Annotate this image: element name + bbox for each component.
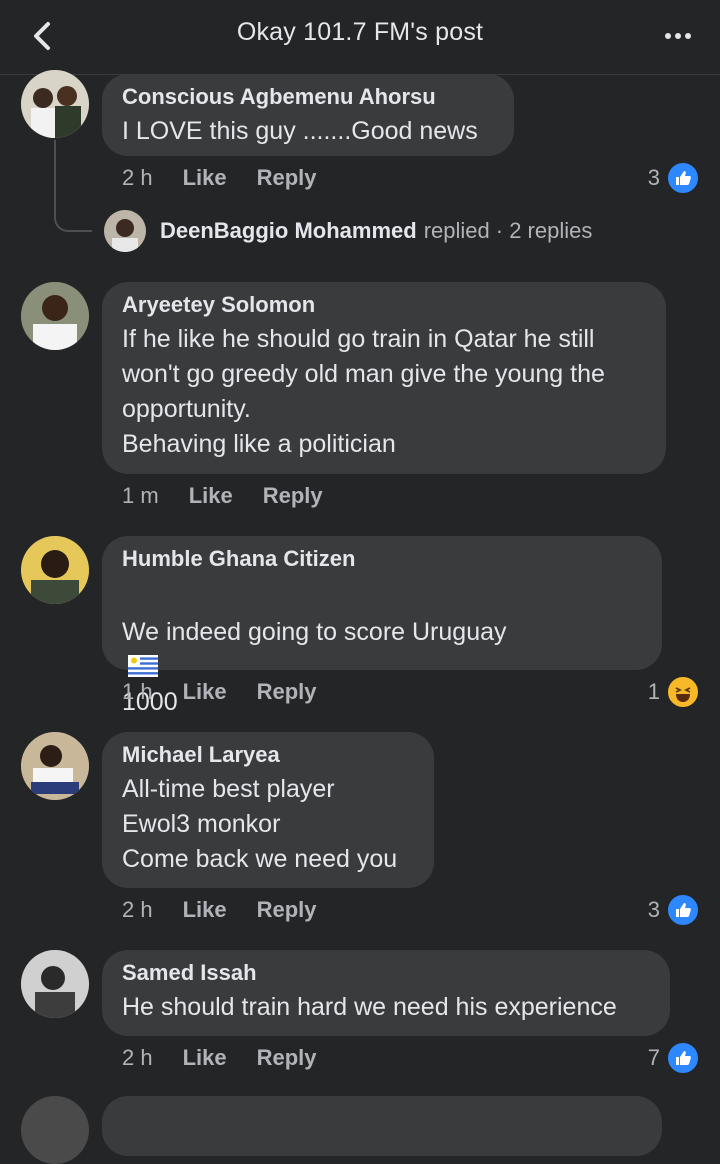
comment-time: 2 h	[122, 165, 153, 190]
reply-button[interactable]: Reply	[257, 679, 317, 705]
reaction-summary[interactable]: 1	[648, 675, 700, 709]
reaction-summary[interactable]: 7	[648, 1041, 700, 1075]
avatar-image	[21, 536, 89, 604]
like-button[interactable]: Like	[183, 1045, 227, 1071]
comment-actions: 1 h Like Reply	[122, 679, 347, 705]
haha-icon	[666, 675, 700, 709]
more-dot-icon	[685, 33, 691, 39]
avatar-image	[21, 732, 89, 800]
comment-bubble: Conscious Agbemenu Ahorsu I LOVE this gu…	[102, 74, 514, 156]
avatar	[104, 210, 146, 252]
comment-text: He should train hard we need his experie…	[122, 993, 617, 1021]
comment-actions: 2 h Like Reply	[122, 897, 347, 923]
like-button[interactable]: Like	[183, 897, 227, 923]
comment-author[interactable]: Aryeetey Solomon	[122, 292, 646, 318]
comment-author[interactable]: Michael Laryea	[122, 742, 414, 768]
reaction-count: 3	[647, 897, 660, 922]
reaction-summary[interactable]: 3	[648, 893, 700, 927]
comment-time: 1 m	[122, 483, 159, 508]
top-bar: Okay 101.7 FM's post	[0, 0, 720, 75]
reaction-summary[interactable]: 3	[648, 161, 700, 195]
comment-bubble: Aryeetey Solomon If he like he should go…	[102, 282, 666, 474]
comment-author[interactable]: Samed Issah	[122, 960, 650, 986]
more-dot-icon	[665, 33, 671, 39]
reply-author: DeenBaggio Mohammed	[160, 218, 417, 243]
reply-action: replied	[423, 218, 490, 243]
reaction-count: 3	[647, 165, 660, 190]
comment-bubble: Samed Issah He should train hard we need…	[102, 950, 670, 1036]
avatar-image	[21, 70, 89, 138]
avatar[interactable]	[21, 950, 89, 1018]
uruguay-flag-icon	[128, 655, 158, 677]
avatar[interactable]	[21, 1096, 89, 1164]
like-icon	[666, 161, 700, 195]
like-icon	[666, 893, 700, 927]
avatar[interactable]	[21, 70, 89, 138]
comment-bubble: Michael Laryea All-time best player Ewol…	[102, 732, 434, 888]
comment-time: 2 h	[122, 897, 153, 922]
reaction-count: 1	[647, 679, 660, 704]
avatar[interactable]	[21, 536, 89, 604]
page-title: Okay 101.7 FM's post	[236, 18, 484, 46]
thread-connector	[54, 140, 92, 232]
reply-button[interactable]: Reply	[257, 1045, 317, 1071]
comment-author[interactable]: Conscious Agbemenu Ahorsu	[122, 84, 494, 110]
comment-actions: 2 h Like Reply	[122, 165, 347, 191]
comment-time: 1 h	[122, 679, 153, 704]
comment-actions: 2 h Like Reply	[122, 1045, 347, 1071]
like-icon	[666, 1041, 700, 1075]
comment-time: 2 h	[122, 1045, 153, 1070]
like-button[interactable]: Like	[183, 679, 227, 705]
avatar-image	[21, 282, 89, 350]
reply-button[interactable]: Reply	[263, 483, 323, 509]
like-button[interactable]: Like	[183, 165, 227, 191]
comment-text: I LOVE this guy .......Good news	[122, 117, 478, 145]
more-options-button[interactable]	[658, 18, 698, 54]
comment-author[interactable]: Humble Ghana Citizen	[122, 546, 642, 572]
reply-button[interactable]: Reply	[257, 165, 317, 191]
comment-text: If he like he should go train in Qatar h…	[122, 325, 605, 458]
comment-text-part: We indeed going to score Uruguay	[122, 618, 507, 646]
comment-text: All-time best player Ewol3 monkor Come b…	[122, 775, 398, 873]
avatar[interactable]	[21, 732, 89, 800]
reaction-count: 7	[647, 1045, 660, 1070]
reply-button[interactable]: Reply	[257, 897, 317, 923]
avatar[interactable]	[21, 282, 89, 350]
comment-actions: 1 m Like Reply	[122, 483, 353, 509]
reply-count: · 2 replies	[495, 218, 593, 243]
comment-bubble	[102, 1096, 662, 1156]
comment-bubble: Humble Ghana Citizen We indeed going to …	[102, 536, 662, 786]
more-dot-icon	[675, 33, 681, 39]
like-button[interactable]: Like	[189, 483, 233, 509]
view-replies-link[interactable]: DeenBaggio Mohammed replied · 2 replies	[104, 210, 592, 252]
avatar-image	[21, 950, 89, 1018]
